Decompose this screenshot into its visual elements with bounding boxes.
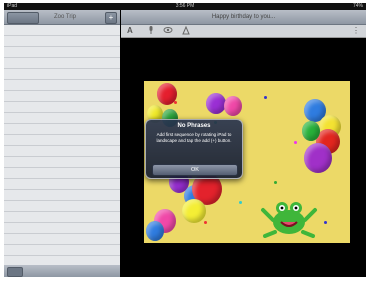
editor-title: Happy birthday to you... — [211, 14, 276, 20]
clean-icon[interactable] — [181, 25, 191, 39]
status-bar: iPad 3:56 PM 74% — [4, 3, 366, 10]
editor-nav-bar: Happy birthday to you... — [121, 10, 366, 25]
battery-label: 74% — [352, 3, 363, 9]
font-button[interactable]: A — [127, 25, 133, 37]
sidebar-title: Zoo Trip — [53, 14, 76, 20]
back-button[interactable] — [7, 12, 39, 24]
no-phrases-alert: No Phrases Add first sequence by rotatin… — [145, 119, 243, 179]
mic-icon[interactable] — [147, 25, 155, 39]
sidebar: Zoo Trip + — [4, 10, 120, 277]
clock-label: 3:56 PM — [175, 3, 195, 9]
alert-message: Add first sequence by rotating iPad to l… — [156, 132, 232, 143]
ok-button[interactable]: OK — [152, 164, 238, 176]
more-button[interactable]: ⋮ — [352, 25, 360, 37]
phrase-list[interactable] — [4, 25, 120, 265]
edit-button[interactable] — [7, 267, 23, 277]
sidebar-bottom-bar — [4, 265, 120, 277]
sidebar-nav-bar: Zoo Trip + — [4, 10, 120, 25]
ipad-screen: iPad 3:56 PM 74% Zoo Trip + Happy birthd… — [4, 3, 366, 277]
add-button[interactable]: + — [105, 12, 117, 24]
frog-illustration — [261, 202, 317, 238]
alert-title: No Phrases — [177, 123, 211, 129]
eye-icon[interactable] — [163, 25, 173, 39]
editor-toolbar: A ⋮ — [121, 25, 366, 38]
